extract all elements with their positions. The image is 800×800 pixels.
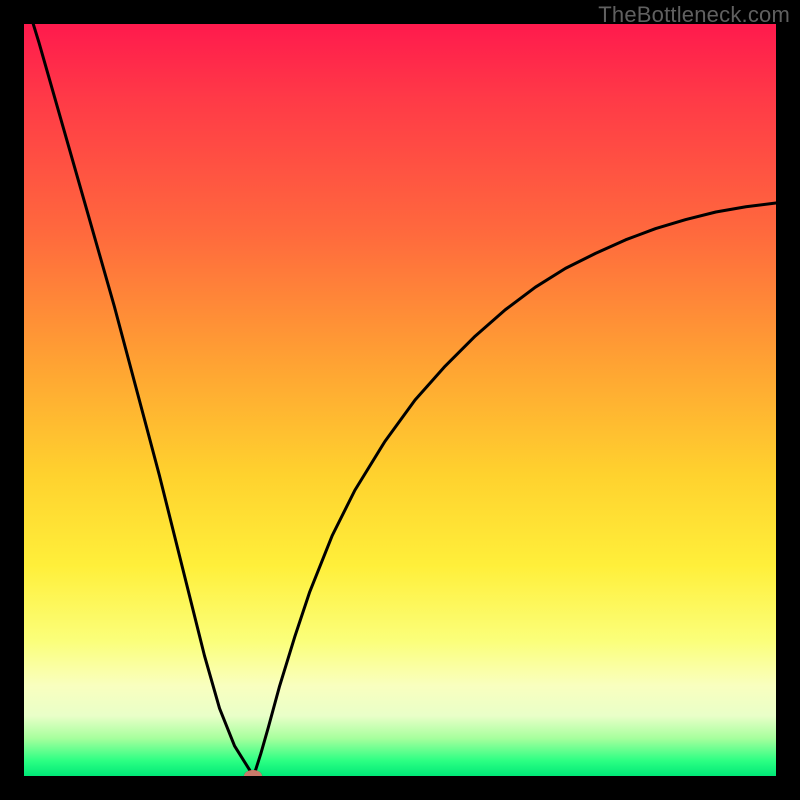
chart-container: TheBottleneck.com: [0, 0, 800, 800]
bottleneck-curve: [24, 24, 776, 776]
plot-area: [24, 24, 776, 776]
optimal-point-marker: [244, 770, 262, 776]
